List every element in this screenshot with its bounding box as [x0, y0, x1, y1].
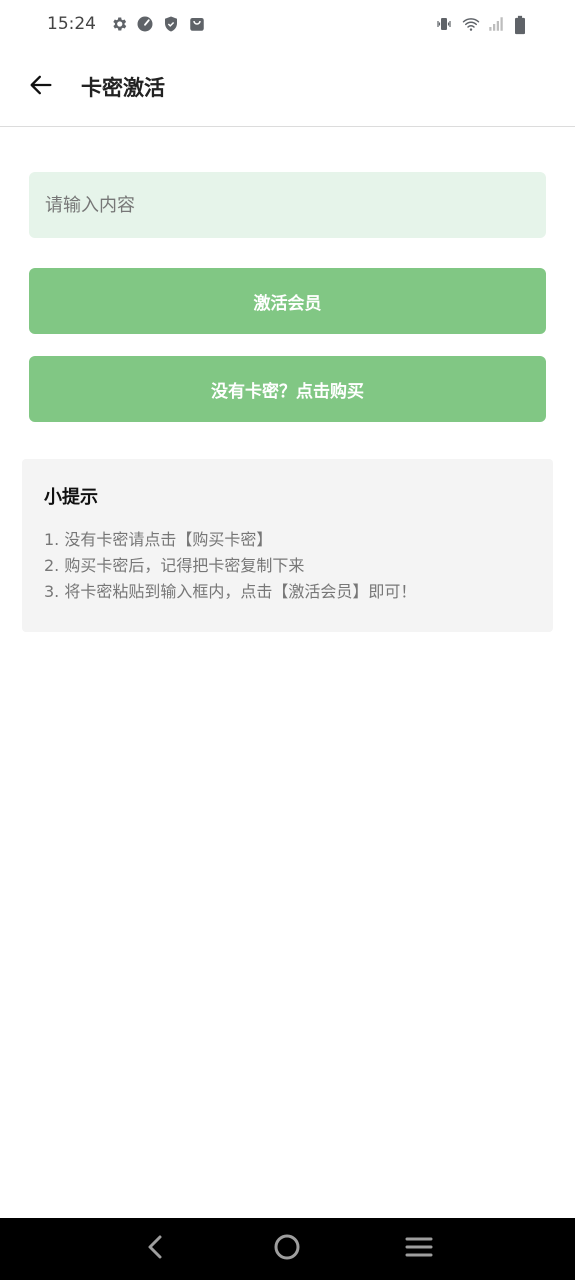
nav-back-button[interactable]: [134, 1227, 178, 1271]
settings-gear-icon: [110, 15, 128, 33]
back-button[interactable]: [21, 67, 61, 107]
tips-card: 小提示 1. 没有卡密请点击【购买卡密】 2. 购买卡密后，记得把卡密复制下来 …: [22, 459, 553, 632]
wifi-icon: [461, 15, 480, 33]
buy-card-key-label: 没有卡密？点击购买: [211, 381, 364, 402]
status-right: [435, 15, 531, 35]
shopping-bag-icon: [188, 15, 206, 33]
screen: 15:24 卡密激活 请输入内容 激活会员 没有卡密？点击购买 小提示 1. 没…: [0, 0, 575, 1280]
status-left: 15:24: [47, 14, 206, 34]
buy-card-key-button[interactable]: 没有卡密？点击购买: [29, 356, 546, 422]
card-key-input[interactable]: [29, 172, 546, 238]
tips-title: 小提示: [44, 487, 98, 508]
battery-icon: [513, 15, 531, 35]
cell-signal-icon: [487, 15, 505, 33]
nav-menu-button[interactable]: [397, 1227, 441, 1271]
vibrate-icon: [435, 15, 453, 33]
status-bar: 15:24: [0, 0, 575, 48]
arrow-left-icon: [27, 71, 55, 103]
page-title: 卡密激活: [81, 76, 165, 100]
speedometer-icon: [136, 15, 154, 33]
back-triangle-icon: [144, 1233, 168, 1265]
app-bar: 卡密激活: [0, 48, 575, 127]
tips-line: 2. 购买卡密后，记得把卡密复制下来: [44, 556, 305, 575]
menu-lines-icon: [405, 1235, 433, 1263]
tips-line: 1. 没有卡密请点击【购买卡密】: [44, 530, 273, 549]
tips-line: 3. 将卡密粘贴到输入框内，点击【激活会员】即可！: [44, 582, 417, 601]
status-time: 15:24: [47, 14, 96, 34]
shield-icon: [162, 15, 180, 33]
activate-member-label: 激活会员: [253, 293, 322, 314]
nav-home-button[interactable]: [265, 1227, 309, 1271]
system-nav-bar: [0, 1218, 575, 1280]
activate-member-button[interactable]: 激活会员: [29, 268, 546, 334]
home-circle-icon: [273, 1233, 301, 1265]
